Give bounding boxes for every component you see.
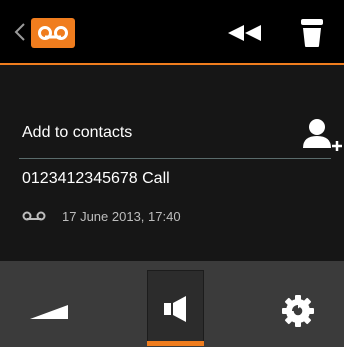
rewind-icon[interactable] <box>228 25 262 41</box>
voicemail-icon <box>31 18 75 48</box>
trash-icon[interactable] <box>300 18 324 48</box>
divider <box>19 158 331 159</box>
volume-icon[interactable] <box>30 303 68 319</box>
bottom-control-bar <box>0 261 344 347</box>
add-to-contacts-label[interactable]: Add to contacts <box>22 124 132 142</box>
speaker-icon <box>164 296 186 322</box>
message-content <box>0 65 344 261</box>
voicemail-detail-screen: Add to contacts 0123412345678 Call 17 Ju… <box>0 0 344 347</box>
chevron-left-icon[interactable] <box>14 22 26 42</box>
call-number-link[interactable]: 0123412345678 Call <box>22 170 170 188</box>
top-bar <box>0 0 344 65</box>
speaker-button[interactable] <box>147 270 204 342</box>
message-timestamp: 17 June 2013, 17:40 <box>62 209 181 224</box>
speaker-active-indicator <box>147 341 204 346</box>
add-person-icon[interactable] <box>302 118 342 156</box>
voicemail-small-icon <box>22 211 46 221</box>
settings-gear-icon[interactable] <box>281 294 315 328</box>
